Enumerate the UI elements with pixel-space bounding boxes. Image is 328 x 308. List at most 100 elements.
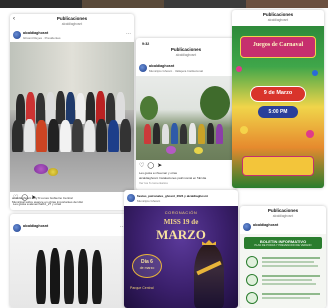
account-location: Municipio Ghosnt · Vallejera Institucion… — [149, 68, 203, 73]
post-photo — [10, 42, 134, 192]
bulletin-text-line — [262, 279, 312, 281]
tree — [140, 96, 158, 120]
person — [144, 124, 151, 144]
confetti — [236, 66, 242, 72]
poster-day-sub: de marzo — [139, 266, 155, 270]
person — [64, 250, 74, 304]
miss-poster: CORONACIÓN MISS 19 de MARZO Día 6 de mar… — [124, 206, 238, 308]
queen-silhouette — [194, 244, 224, 308]
comment-icon[interactable]: ◯ — [147, 162, 154, 170]
left-caption-line-2: Municipal sobre avance en obras importan… — [12, 200, 83, 204]
poster-title-line-1: MISS 19 de — [163, 218, 199, 226]
person — [78, 249, 88, 304]
flower-decoration — [34, 164, 48, 174]
header-subtitle: alcaldiaghosnt — [61, 22, 83, 26]
avatar[interactable] — [13, 224, 21, 232]
header-title: Publicaciones — [262, 12, 294, 17]
heart-icon[interactable]: ♡ — [139, 162, 144, 170]
account-name[interactable]: alcaldiaghosnt — [149, 64, 174, 68]
person — [96, 119, 107, 152]
person — [207, 123, 214, 144]
person — [12, 120, 23, 152]
flower-decoration — [166, 146, 176, 154]
person — [60, 120, 71, 152]
poster-heading: CORONACIÓN — [164, 210, 198, 215]
avatar[interactable] — [127, 194, 135, 202]
confetti — [306, 130, 314, 138]
post-header: alcaldiaghosnt Ghosnt Reyes · Presidente… — [10, 29, 134, 41]
header-title: Publicaciones — [170, 47, 202, 52]
person — [92, 250, 102, 304]
post-header: alcaldiaghosnt ⋯ — [10, 222, 128, 234]
person — [180, 124, 187, 144]
account-name[interactable]: alcaldiaghosnt — [23, 31, 48, 35]
comments-link[interactable]: Ver los 6 comentarios — [139, 181, 233, 185]
person — [120, 119, 131, 152]
post-actions: ♡ ◯ ➤ — [139, 162, 162, 170]
bulletin-icon — [246, 256, 258, 268]
right-post-screenshot[interactable]: Publicaciones alcaldiaghosnt Juegos de C… — [232, 10, 324, 188]
bulletin-text-line — [262, 293, 320, 295]
bottom-left-post-screenshot[interactable]: alcaldiaghosnt ⋯ — [10, 214, 128, 308]
bulletin-text-line — [262, 275, 320, 277]
person — [36, 250, 46, 304]
poster-footer-banner — [242, 156, 314, 176]
person — [48, 119, 59, 152]
post-photo — [136, 76, 236, 160]
person — [50, 248, 60, 304]
back-arrow-icon[interactable]: ‹ — [13, 16, 15, 22]
poster-title: Juegos de Carnaval — [252, 42, 304, 48]
header: Publicaciones alcaldiaghosnt — [232, 10, 324, 24]
poster-day: Día 6 — [141, 259, 153, 265]
person — [84, 120, 95, 152]
poster-time: 5:00 PM — [268, 108, 288, 115]
confetti — [312, 70, 318, 76]
bulletin-text-line — [262, 261, 314, 263]
bulletin-text-line — [262, 265, 318, 267]
poster-title-line-2: MARZO — [156, 227, 206, 242]
bulletin-title: BOLETIN INFORMATIVO — [259, 238, 307, 244]
account-name[interactable]: fiestas_patronales_ghosnt_2024 y alcaldi… — [137, 194, 208, 198]
person — [162, 124, 169, 144]
post-header: fiestas_patronales_ghosnt_2024 y alcaldi… — [124, 192, 238, 204]
top-strip — [0, 0, 328, 8]
avatar[interactable] — [243, 223, 251, 231]
caption-line-1: alcaldiaghosnt Instalaciones patrimonial… — [139, 176, 207, 180]
left-post-screenshot[interactable]: ‹ Publicaciones alcaldiaghosnt alcaldiag… — [10, 14, 134, 210]
bulletin-icon — [246, 274, 258, 286]
share-icon[interactable]: ➤ — [157, 162, 162, 170]
header-title: Publicaciones — [56, 16, 88, 21]
flower-decoration — [48, 168, 58, 176]
bulletin-subtitle: PLAN DE PODAS Y PREVENCION DE VERANO — [254, 244, 312, 247]
person — [189, 123, 196, 144]
account-location: Municipio Ghosnt — [137, 198, 161, 203]
bulletin-poster: BOLETIN INFORMATIVO PLAN DE PODAS Y PREV… — [240, 234, 326, 308]
post-photo — [10, 236, 128, 308]
avatar[interactable] — [139, 64, 147, 72]
post-header: alcaldiaghosnt Municipio Ghosnt · Vallej… — [136, 62, 236, 74]
bottom-right-post-screenshot[interactable]: Publicaciones alcaldiaghosnt alcaldiagho… — [240, 206, 326, 308]
tree — [200, 86, 230, 120]
liked-by: Les gusta a nhuemar y otras — [139, 171, 178, 175]
avatar[interactable] — [13, 31, 21, 39]
post-header: alcaldiaghosnt — [240, 221, 326, 233]
poster-place: Parque Central — [130, 286, 154, 290]
account-name[interactable]: alcaldiaghosnt — [23, 224, 48, 228]
account-name[interactable]: alcaldiaghosnt — [253, 223, 278, 227]
account-location: Ghosnt Reyes · Presidentes — [23, 35, 61, 40]
bulletin-text-line — [262, 257, 320, 259]
person — [153, 123, 160, 144]
bulletin-text-line — [262, 297, 310, 299]
person — [171, 123, 178, 144]
more-options-icon[interactable]: ⋯ — [126, 31, 131, 37]
bulletin-text-line — [262, 283, 316, 285]
header: Publicaciones alcaldiaghosnt — [240, 206, 326, 220]
middle-post-screenshot[interactable]: 9:32 Publicaciones alcaldiaghosnt alcald… — [136, 38, 236, 190]
bottom-middle-post-screenshot[interactable]: fiestas_patronales_ghosnt_2024 y alcaldi… — [124, 190, 238, 308]
person — [216, 124, 223, 144]
confetti — [240, 126, 248, 134]
person — [24, 119, 35, 152]
bulletin-icon — [246, 292, 258, 304]
carnival-poster: Juegos de Carnaval 9 de Marzo 5:00 PM — [232, 26, 324, 188]
header-subtitle: alcaldiaghosnt — [175, 53, 197, 57]
